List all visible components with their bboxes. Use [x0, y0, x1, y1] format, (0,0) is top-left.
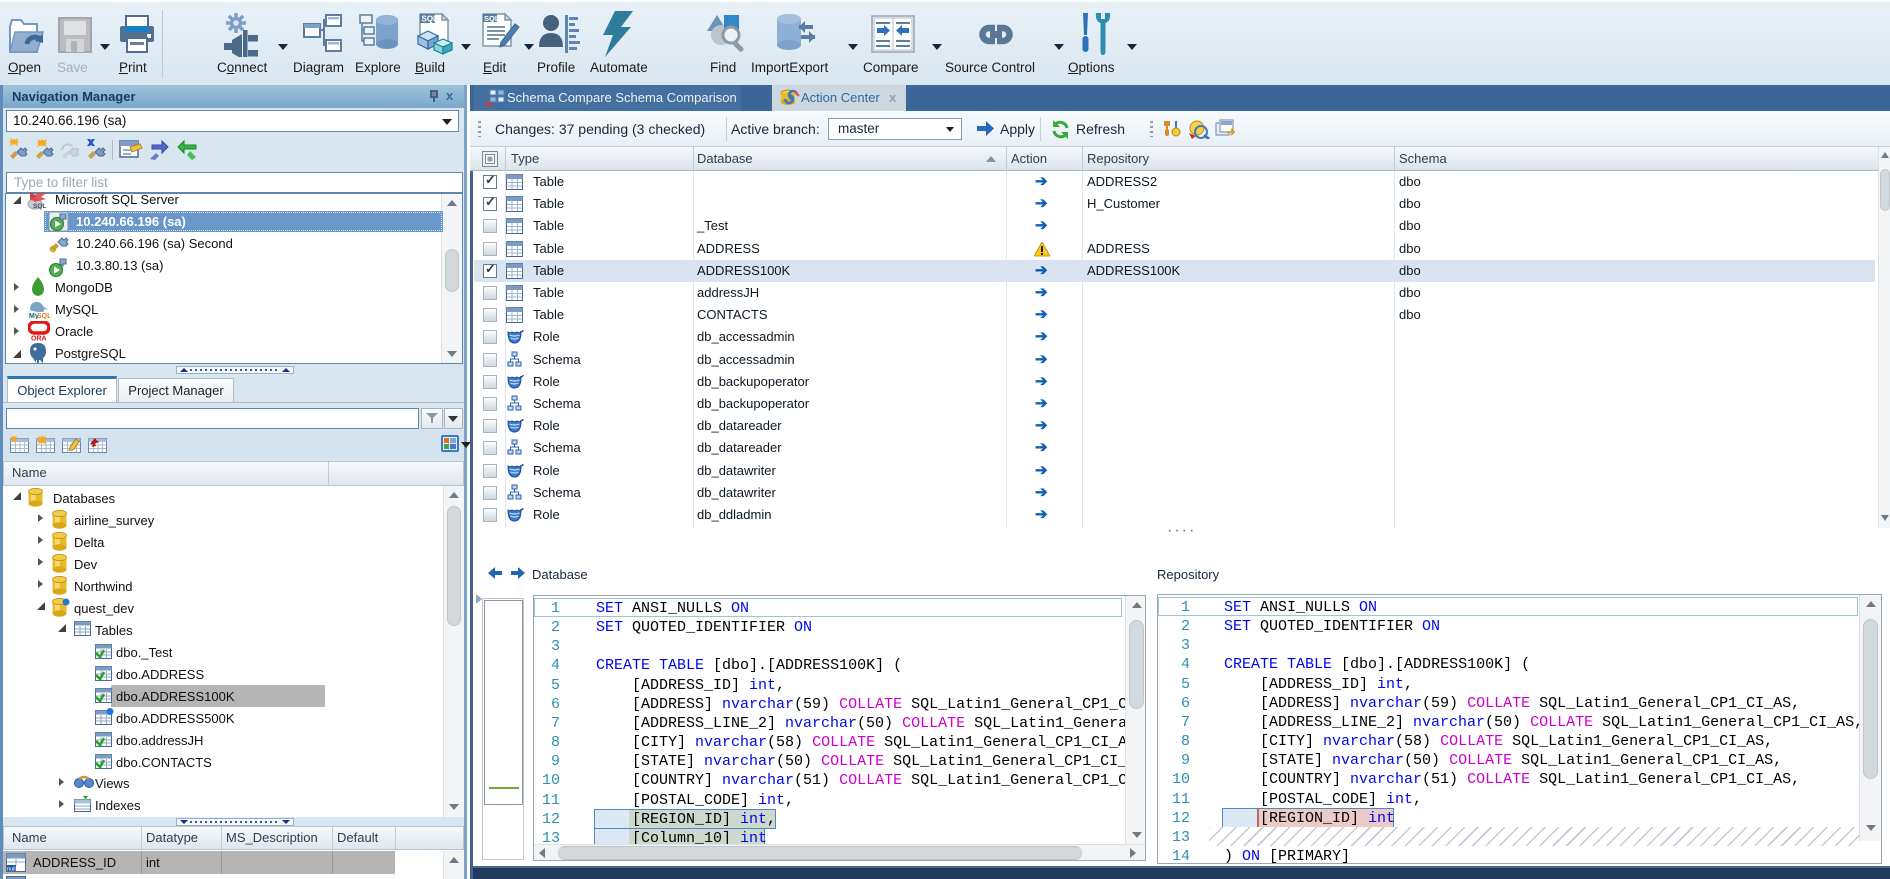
- svg-text:SQL: SQL: [422, 15, 439, 24]
- svg-text:SQL: SQL: [33, 203, 46, 210]
- svg-text:null: null: [7, 867, 16, 873]
- svg-text:ORA: ORA: [31, 336, 47, 342]
- svg-text:SQL: SQL: [484, 14, 500, 23]
- svg-text:SQL: SQL: [37, 313, 50, 319]
